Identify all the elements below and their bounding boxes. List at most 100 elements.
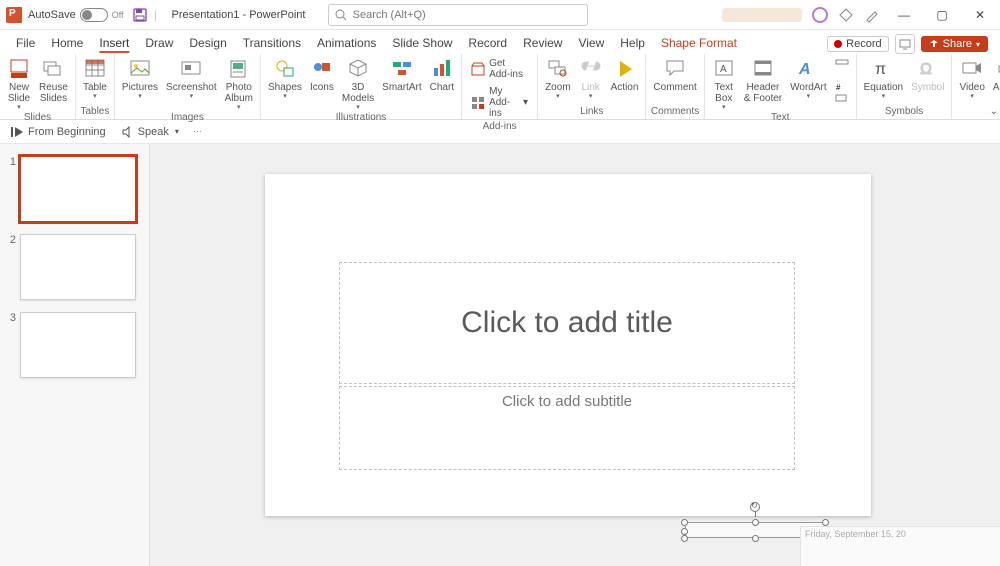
- zoom-button[interactable]: Zoom▾: [542, 56, 574, 101]
- tab-shape-format[interactable]: Shape Format: [653, 32, 745, 54]
- present-mode-icon[interactable]: [895, 34, 915, 54]
- thumbnail-row[interactable]: 2: [0, 232, 149, 310]
- maximize-button[interactable]: ▢: [928, 0, 956, 30]
- status-date: Friday, September 15, 20: [805, 529, 906, 539]
- profile-avatar[interactable]: [812, 7, 828, 23]
- wordart-button[interactable]: A WordArt▾: [787, 56, 830, 101]
- tab-draw[interactable]: Draw: [137, 32, 181, 54]
- tab-record[interactable]: Record: [460, 32, 515, 54]
- resize-handle[interactable]: [752, 535, 759, 542]
- equation-button[interactable]: π Equation▾: [861, 56, 906, 101]
- title-placeholder[interactable]: Click to add title: [339, 262, 795, 384]
- tab-animations[interactable]: Animations: [309, 32, 384, 54]
- svg-text:A: A: [720, 64, 727, 75]
- from-beginning-icon: [10, 125, 24, 139]
- vertical-scrollbar[interactable]: [986, 144, 1000, 566]
- reuse-slides-icon: [42, 58, 64, 80]
- rotation-handle[interactable]: [750, 502, 760, 512]
- resize-handle[interactable]: [822, 519, 829, 526]
- speak-icon: [120, 125, 134, 139]
- thumbnail-3[interactable]: [20, 312, 136, 378]
- slide-canvas-area[interactable]: Click to add title Click to add subtitle…: [150, 144, 1000, 566]
- share-button[interactable]: Share▾: [921, 36, 988, 52]
- table-button[interactable]: Table▾: [80, 56, 110, 101]
- video-button[interactable]: Video▾: [956, 56, 987, 101]
- symbol-button: Ω Symbol: [908, 56, 947, 93]
- thumbnail-2[interactable]: [20, 234, 136, 300]
- resize-handle[interactable]: [681, 519, 688, 526]
- audio-button[interactable]: Audio▾: [990, 56, 1000, 101]
- diamond-icon[interactable]: [838, 7, 854, 23]
- speak-button[interactable]: Speak ▾: [120, 125, 179, 139]
- thumbnail-row[interactable]: 1: [0, 154, 149, 232]
- date-icon: [835, 58, 849, 80]
- slide[interactable]: Click to add title Click to add subtitle: [265, 174, 871, 516]
- thumbnail-number: 2: [6, 234, 16, 246]
- get-addins-button[interactable]: Get Add-ins: [466, 56, 533, 82]
- group-illustrations: Shapes▾ Icons 3D Models▾ SmartArt Chart …: [261, 54, 462, 119]
- reuse-slides-button[interactable]: Reuse Slides: [36, 56, 71, 104]
- group-comments-label: Comments: [651, 106, 699, 119]
- pen-icon[interactable]: [864, 7, 880, 23]
- minimize-button[interactable]: —: [890, 0, 918, 30]
- tab-insert[interactable]: Insert: [91, 32, 137, 54]
- thumbnail-row[interactable]: 3: [0, 310, 149, 388]
- smartart-button[interactable]: SmartArt: [379, 56, 424, 93]
- resize-handle[interactable]: [681, 535, 688, 542]
- group-addins-label: Add-ins: [483, 121, 517, 134]
- account-placeholder[interactable]: [722, 8, 802, 22]
- save-icon[interactable]: [132, 7, 148, 23]
- new-slide-button[interactable]: New Slide▾: [4, 56, 34, 112]
- comment-button[interactable]: Comment: [650, 56, 699, 93]
- smartart-icon: [391, 58, 413, 80]
- tab-design[interactable]: Design: [181, 32, 234, 54]
- record-button[interactable]: Record: [827, 36, 888, 52]
- pictures-button[interactable]: Pictures▾: [119, 56, 161, 101]
- tab-transitions[interactable]: Transitions: [235, 32, 309, 54]
- search-box[interactable]: Search (Alt+Q): [328, 4, 588, 26]
- screenshot-button[interactable]: Screenshot▾: [163, 56, 220, 101]
- svg-text:Ω: Ω: [920, 61, 932, 78]
- group-illustrations-label: Illustrations: [336, 112, 387, 125]
- autosave-toggle[interactable]: AutoSave Off: [28, 8, 124, 22]
- tab-home[interactable]: Home: [43, 32, 91, 54]
- tab-view[interactable]: View: [570, 32, 612, 54]
- thumbnail-1[interactable]: [20, 156, 136, 222]
- audio-icon: [995, 58, 1000, 80]
- subtitle-placeholder[interactable]: Click to add subtitle: [339, 386, 795, 470]
- document-title: Presentation1 - PowerPoint: [172, 9, 306, 21]
- header-footer-button[interactable]: Header & Footer: [741, 56, 785, 104]
- tab-file[interactable]: File: [8, 32, 43, 54]
- icons-button[interactable]: Icons: [307, 56, 337, 93]
- text-more-button[interactable]: #: [832, 56, 852, 106]
- symbol-icon: Ω: [917, 58, 939, 80]
- link-icon: [580, 58, 602, 80]
- resize-handle[interactable]: [752, 519, 759, 526]
- photo-album-button[interactable]: Photo Album▾: [222, 56, 256, 112]
- group-images: Pictures▾ Screenshot▾ Photo Album▾ Image…: [115, 54, 261, 119]
- action-icon: [614, 58, 636, 80]
- tab-slideshow[interactable]: Slide Show: [384, 32, 460, 54]
- pictures-icon: [129, 58, 151, 80]
- number-icon: #: [835, 82, 849, 92]
- 3d-models-icon: [347, 58, 369, 80]
- autosave-switch[interactable]: [80, 8, 108, 22]
- status-corner: Friday, September 15, 20: [800, 526, 1000, 566]
- group-symbols: π Equation▾ Ω Symbol Symbols: [857, 54, 953, 119]
- svg-text:#: #: [836, 83, 841, 92]
- slide-thumbnails-panel[interactable]: 1 2 3: [0, 144, 150, 566]
- ribbon-collapse-icon[interactable]: ⌄: [990, 106, 998, 117]
- text-box-button[interactable]: A Text Box▾: [709, 56, 739, 112]
- from-beginning-button[interactable]: From Beginning: [10, 125, 106, 139]
- resize-handle[interactable]: [681, 528, 688, 535]
- 3d-models-button[interactable]: 3D Models▾: [339, 56, 377, 112]
- my-addins-button[interactable]: My Add-ins▾: [466, 84, 533, 121]
- action-button[interactable]: Action: [608, 56, 642, 93]
- chart-button[interactable]: Chart: [427, 56, 457, 93]
- quickbar-overflow[interactable]: ⋯: [193, 126, 202, 137]
- shapes-button[interactable]: Shapes▾: [265, 56, 305, 101]
- tab-review[interactable]: Review: [515, 32, 570, 54]
- tab-help[interactable]: Help: [612, 32, 653, 54]
- close-button[interactable]: ✕: [966, 0, 994, 30]
- record-dot-icon: [834, 40, 842, 48]
